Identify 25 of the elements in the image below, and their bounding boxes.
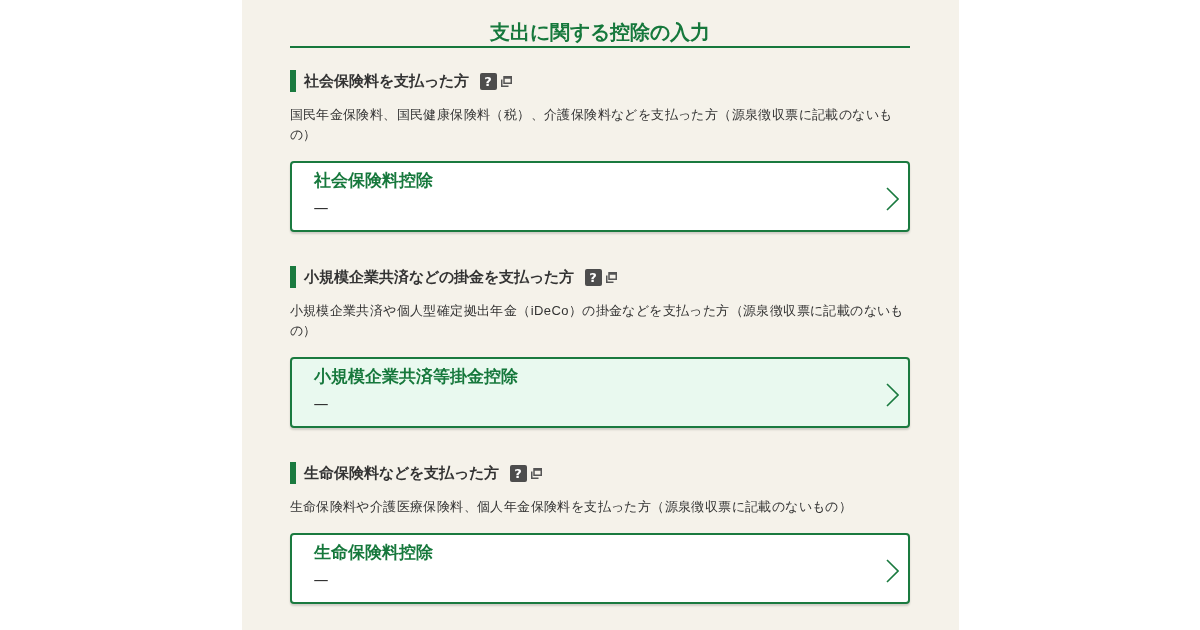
card-amount: — <box>313 198 329 219</box>
page-title: 支出に関する控除の入力 <box>289 18 910 48</box>
deduction-card[interactable]: 社会保険料控除 — <box>289 161 910 232</box>
card-title: 小規模企業共済等掛金控除 <box>313 366 518 388</box>
section-heading: 小規模企業共済などの掛金を支払った方 <box>289 266 574 288</box>
deduction-card[interactable]: 生命保険料控除 — <box>289 533 910 604</box>
deduction-card[interactable]: 小規模企業共済等掛金控除 — <box>289 357 910 428</box>
section-heading: 生命保険料などを支払った方 <box>289 462 499 484</box>
new-window-icon <box>530 467 542 479</box>
help-button[interactable]: ? <box>509 464 527 482</box>
section-description: 生命保険料や介護医療保険料、個人年金保険料を支払った方（源泉徴収票に記載のないもの） <box>289 498 854 516</box>
new-window-icon <box>605 271 617 283</box>
section-description: 国民年金保険料、国民健康保険料（税）、介護保険料などを支払った方（源泉徴収票に記載のないもの） <box>289 106 894 144</box>
chevron-right-icon <box>885 558 899 583</box>
card-title: 生命保険料控除 <box>313 542 433 564</box>
section-heading: 社会保険料を支払った方 <box>289 70 469 92</box>
card-title: 社会保険料控除 <box>313 170 433 192</box>
card-amount: — <box>313 570 329 591</box>
new-window-icon <box>500 75 512 87</box>
chevron-right-icon <box>885 382 899 407</box>
help-button[interactable]: ? <box>584 268 602 286</box>
help-button[interactable]: ? <box>479 72 497 90</box>
section-description: 小規模企業共済や個人型確定拠出年金（iDeCo）の掛金などを支払った方（源泉徴収票に記載のないもの） <box>289 302 905 340</box>
card-amount: — <box>313 394 329 415</box>
chevron-right-icon <box>885 186 899 211</box>
